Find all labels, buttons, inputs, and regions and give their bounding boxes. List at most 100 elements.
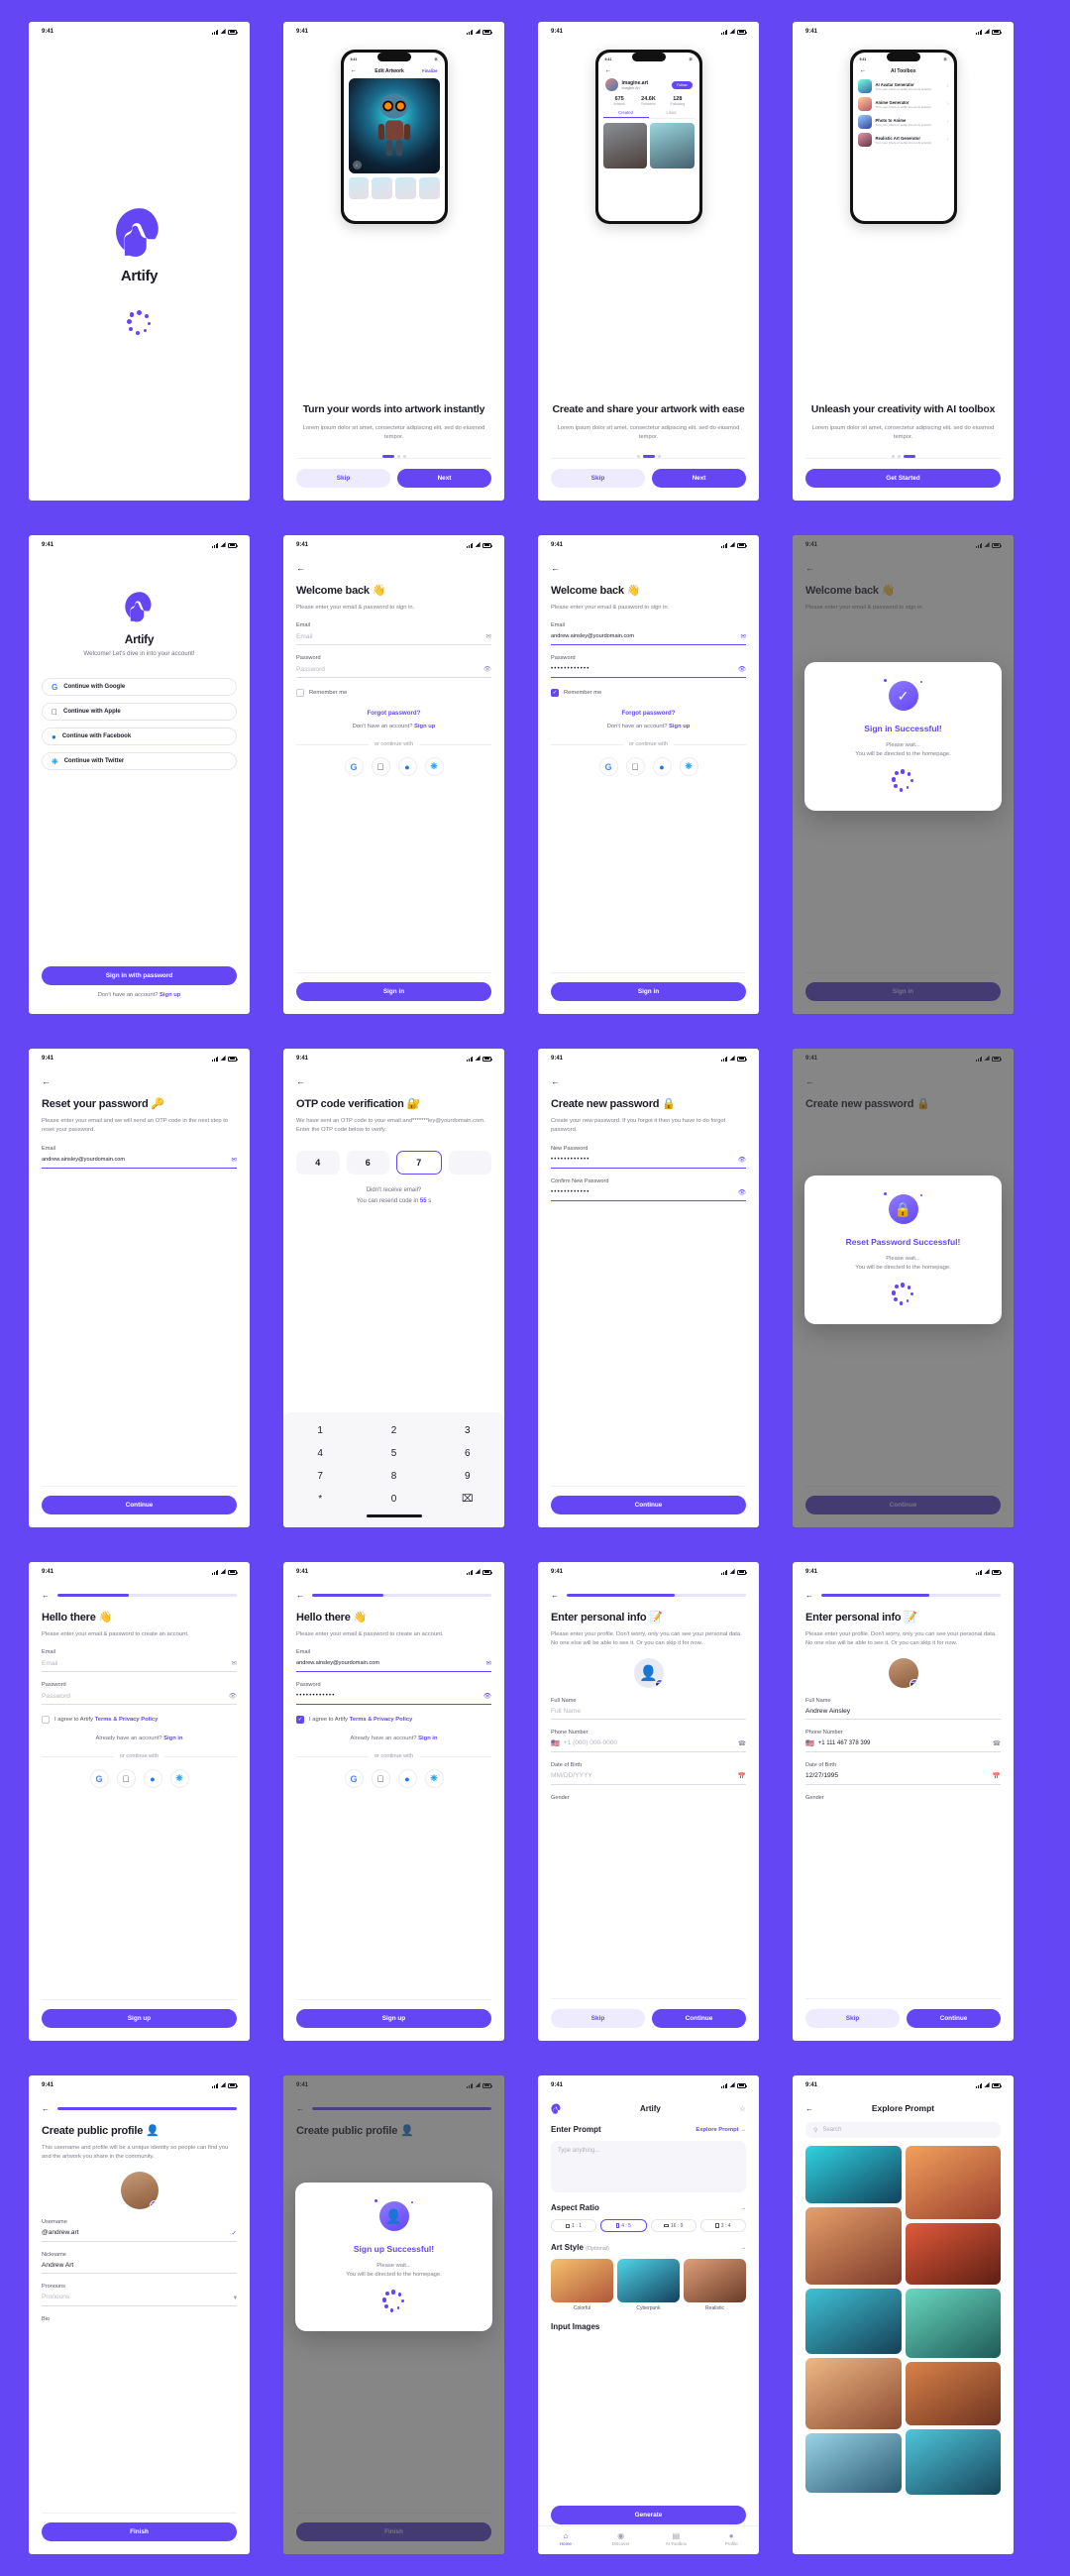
full-name-field[interactable]: Andrew Ainsley [805,1708,1001,1720]
sign-in-link[interactable]: Sign in [163,1736,182,1741]
pronouns-field[interactable]: Pronouns ▾ [42,2294,237,2306]
continue-with-twitter-button[interactable]: ❈ Continue with Twitter [42,752,237,770]
gallery-item[interactable] [805,2433,902,2493]
confirm-password-field[interactable]: •••••••••••• 👁 [551,1188,746,1201]
skip-button[interactable]: Skip [551,469,645,488]
key-9[interactable]: 9 [431,1465,504,1488]
gallery-item[interactable] [805,2289,902,2354]
terms-row[interactable]: I agree to Artify Terms & Privacy Policy [42,1716,237,1725]
nickname-field[interactable]: Andrew Art [42,2262,237,2274]
explore-prompt-link[interactable]: Explore Prompt → [696,2127,746,2133]
avatar[interactable]: 📷 [120,2171,159,2209]
search-input[interactable]: ⚲ Search [805,2122,1001,2138]
sign-in-with-password-button[interactable]: Sign in with password [42,966,237,985]
sign-up-link[interactable]: Sign up [414,724,435,729]
facebook-icon[interactable]: ● [397,757,417,777]
sign-in-button[interactable]: Sign in [551,982,746,1001]
gallery-item[interactable] [805,2207,902,2285]
key-1[interactable]: 1 [283,1419,357,1442]
terms-checkbox[interactable]: ✓ [296,1716,304,1725]
continue-with-facebook-button[interactable]: ● Continue with Facebook [42,728,237,745]
eye-icon[interactable]: 👁 [483,665,491,673]
gallery-item[interactable] [905,2146,1001,2219]
email-field[interactable]: Email ✉ [296,632,491,646]
google-icon[interactable]: G [344,757,364,777]
eye-icon[interactable]: 👁 [483,1692,491,1700]
sign-up-button[interactable]: Sign up [296,2009,491,2028]
terms-link[interactable]: Terms & Privacy Policy [350,1717,413,1723]
otp-inputs[interactable]: 4 6 7 [296,1150,491,1175]
sign-in-button[interactable]: Sign in [296,982,491,1001]
camera-icon[interactable]: 📷 [909,1678,918,1688]
chevron-right-icon[interactable]: → [740,2205,746,2211]
generate-button[interactable]: Generate [551,2506,746,2524]
chevron-right-icon[interactable]: → [740,2245,746,2251]
new-password-field[interactable]: •••••••••••• 👁 [551,1156,746,1169]
aspect-option-16-9[interactable]: 16 : 9 [650,2219,696,2232]
gallery-item[interactable] [905,2289,1001,2358]
back-icon[interactable]: ← [296,563,491,573]
skip-button[interactable]: Skip [805,2009,900,2028]
back-icon[interactable]: ← [296,1591,304,1600]
style-option-colorful[interactable]: Colorful [551,2259,613,2311]
terms-checkbox[interactable] [42,1716,50,1725]
phone-field[interactable]: 🇺🇸 +1 (000) 000-0000 ☎ [551,1739,746,1752]
otp-digit-4[interactable] [448,1150,491,1175]
eye-icon[interactable]: 👁 [738,1156,746,1164]
apple-icon[interactable]:  [116,1769,136,1789]
camera-icon[interactable]: 📷 [149,2199,159,2209]
facebook-icon[interactable]: ● [397,1769,417,1789]
back-icon[interactable]: ← [296,1076,491,1086]
back-icon[interactable]: ← [805,2104,813,2113]
sign-in-link[interactable]: Sign in [418,1736,437,1741]
aspect-ratio-options[interactable]: 1 : 1 4 : 5 16 : 9 3 : 4 [551,2219,746,2232]
tab-created[interactable]: Created [602,110,649,118]
continue-button[interactable]: Continue [907,2009,1001,2028]
aspect-option-3-4[interactable]: 3 : 4 [699,2219,746,2232]
tab-profile[interactable]: ● Profile [703,2531,759,2546]
gallery-item[interactable] [905,2223,1001,2285]
variant-thumbnails[interactable] [348,177,440,199]
sign-up-link[interactable]: Sign up [160,992,180,998]
avatar[interactable]: 👤 📷 [633,1657,664,1688]
full-name-field[interactable]: Full Name [551,1708,746,1720]
gallery-item[interactable] [905,2362,1001,2425]
remember-me-row[interactable]: ✓ Remember me [551,689,746,698]
dob-field[interactable]: 12/27/1995 📅 [805,1772,1001,1785]
password-field[interactable]: •••••••••••• 👁 [551,665,746,679]
list-item[interactable]: Anime Generator Turn your photo or selfie… [857,97,949,111]
apple-icon[interactable]:  [625,757,645,777]
password-field[interactable]: •••••••••••• 👁 [296,1692,491,1706]
numeric-keypad[interactable]: 123 456 789 * 0 ⌧ [283,1412,504,1527]
facebook-icon[interactable]: ● [652,757,672,777]
eye-icon[interactable]: 👁 [738,1188,746,1196]
calendar-icon[interactable]: 📅 [738,1772,746,1780]
forgot-password-link[interactable]: Forgot password? [551,710,746,717]
list-item[interactable]: AI Avatar Generator Turn your photo or se… [857,79,949,93]
tab-home[interactable]: ⌂ Home [538,2531,593,2546]
otp-digit-2[interactable]: 6 [346,1150,389,1175]
skip-button[interactable]: Skip [551,2009,645,2028]
key-8[interactable]: 8 [357,1465,430,1488]
tab-ai-toolbox[interactable]: ▤ AI Toolbox [649,2531,704,2546]
password-field[interactable]: Password 👁 [42,1692,237,1706]
twitter-icon[interactable]: ❈ [424,757,444,777]
key-0[interactable]: 0 [357,1488,430,1511]
tab-discover[interactable]: ◉ Discover [593,2531,649,2546]
otp-digit-1[interactable]: 4 [296,1150,340,1175]
email-field[interactable]: andrew.ainsley@yourdomain.com ✉ [42,1156,237,1169]
key-7[interactable]: 7 [283,1465,357,1488]
back-icon[interactable]: ← [42,1591,50,1600]
remember-me-row[interactable]: Remember me [296,689,491,698]
aspect-option-4-5[interactable]: 4 : 5 [600,2219,647,2232]
list-item[interactable]: Realistic Art Generator Turn your photo o… [857,133,949,147]
calendar-icon[interactable]: 📅 [993,1772,1001,1780]
gallery-item[interactable] [805,2358,902,2429]
back-icon[interactable]: ← [42,2104,50,2113]
twitter-icon[interactable]: ❈ [679,757,698,777]
follow-button[interactable]: Follow [672,80,693,89]
list-item[interactable]: Photo to Anime Turn your photo or selfie … [857,115,949,129]
sign-up-link[interactable]: Sign up [669,724,690,729]
back-icon[interactable]: ← [551,563,746,573]
key-2[interactable]: 2 [357,1419,430,1442]
